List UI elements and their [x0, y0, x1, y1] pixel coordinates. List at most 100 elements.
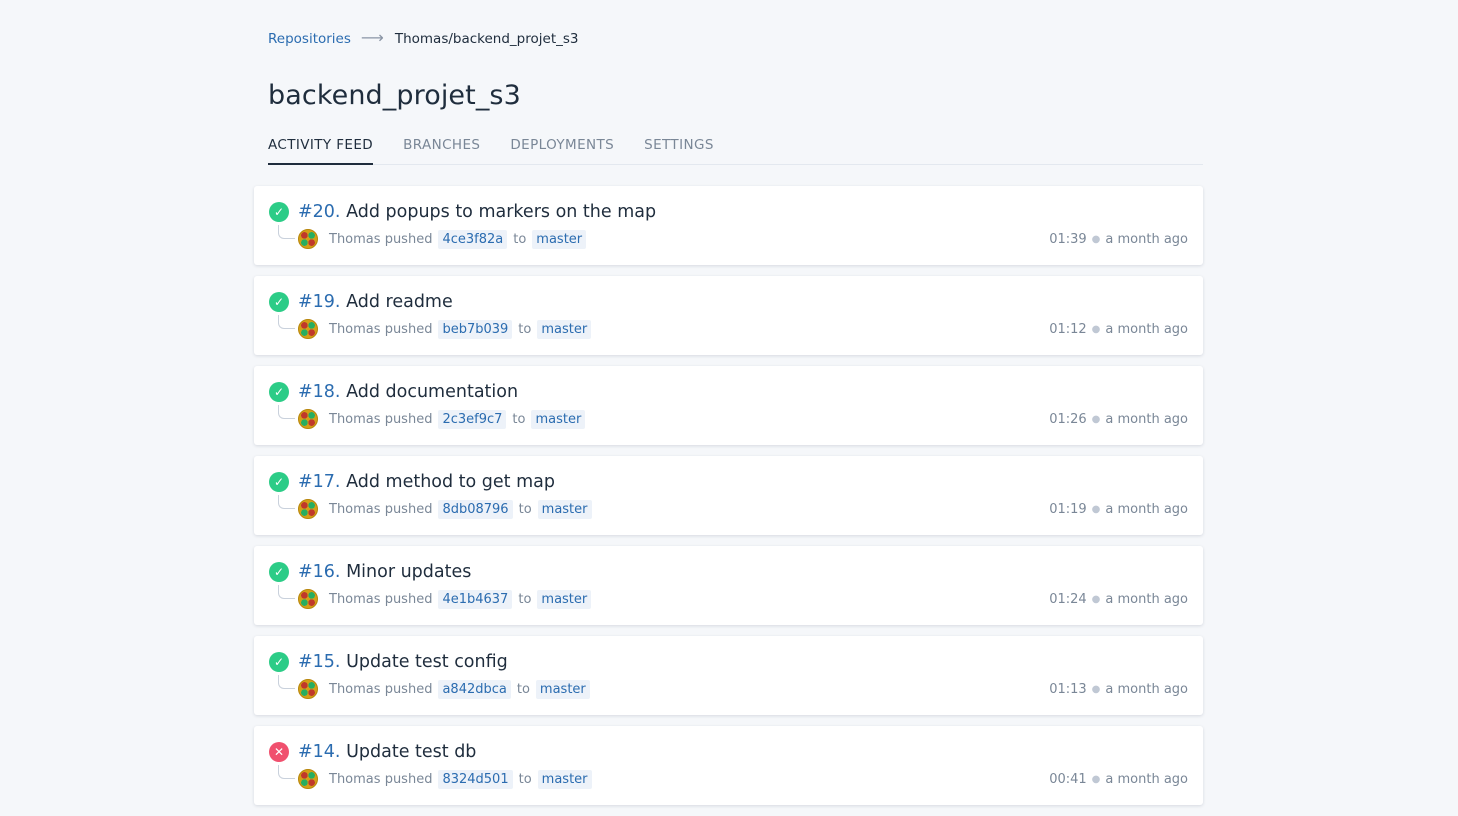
build-time-ago: a month ago	[1105, 772, 1188, 787]
build-title[interactable]: #15. Update test config	[298, 652, 508, 672]
branch-link[interactable]: master	[537, 589, 592, 609]
build-timing: 01:39 ● a month ago	[1049, 232, 1188, 247]
author-name: Thomas	[329, 501, 381, 517]
check-circle-icon: ✓	[269, 472, 289, 492]
build-title[interactable]: #14. Update test db	[298, 742, 476, 762]
build-card[interactable]: ✓ #16. Minor updates Thomas pushed 4e1b4637…	[254, 546, 1203, 625]
separator-dot: ●	[1091, 324, 1101, 335]
avatar	[298, 499, 318, 519]
build-number[interactable]: #15.	[298, 652, 341, 672]
build-duration: 01:26	[1049, 412, 1087, 427]
check-circle-icon: ✓	[269, 202, 289, 222]
commit-message[interactable]: Update test config	[346, 652, 508, 672]
commit-hash-link[interactable]: beb7b039	[438, 319, 513, 339]
build-duration: 01:19	[1049, 502, 1087, 517]
commit-message[interactable]: Add readme	[346, 292, 453, 312]
connector-line	[278, 765, 295, 779]
build-card[interactable]: ✓ #20. Add popups to markers on the map Th…	[254, 186, 1203, 265]
branch-link[interactable]: master	[537, 499, 592, 519]
build-card[interactable]: ✓ #19. Add readme Thomas pushed beb7b039 to m…	[254, 276, 1203, 355]
x-circle-icon: ✕	[269, 742, 289, 762]
author-name: Thomas	[329, 321, 381, 337]
build-number[interactable]: #17.	[298, 472, 341, 492]
commit-hash-link[interactable]: 8db08796	[438, 499, 513, 519]
commit-message[interactable]: Add popups to markers on the map	[346, 202, 656, 222]
separator-dot: ●	[1091, 234, 1101, 245]
action-text: pushed	[384, 771, 433, 787]
commit-hash-link[interactable]: 4ce3f82a	[438, 229, 508, 249]
build-number[interactable]: #18.	[298, 382, 341, 402]
author-name: Thomas	[329, 681, 381, 697]
avatar	[298, 409, 318, 429]
separator-dot: ●	[1091, 504, 1101, 515]
build-title[interactable]: #18. Add documentation	[298, 382, 518, 402]
connector-line	[278, 405, 295, 419]
build-meta: Thomas pushed 2c3ef9c7 to master	[298, 409, 591, 429]
separator-dot: ●	[1091, 594, 1101, 605]
build-card[interactable]: ✓ #15. Update test config Thomas pushed a84…	[254, 636, 1203, 715]
check-circle-icon: ✓	[269, 382, 289, 402]
breadcrumb-repositories-link[interactable]: Repositories	[268, 31, 351, 47]
build-time-ago: a month ago	[1105, 502, 1188, 517]
separator-dot: ●	[1091, 684, 1101, 695]
build-number[interactable]: #20.	[298, 202, 341, 222]
breadcrumb: Repositories ⟶ Thomas/backend_projet_s3	[268, 28, 578, 48]
build-card[interactable]: ✓ #17. Add method to get map Thomas pushed…	[254, 456, 1203, 535]
branch-link[interactable]: master	[537, 319, 592, 339]
branch-link[interactable]: master	[537, 769, 592, 789]
build-title[interactable]: #17. Add method to get map	[298, 472, 555, 492]
action-text: pushed	[384, 231, 433, 247]
avatar	[298, 229, 318, 249]
build-number[interactable]: #16.	[298, 562, 341, 582]
to-text: to	[518, 771, 532, 787]
commit-hash-link[interactable]: 8324d501	[438, 769, 513, 789]
tab-branches[interactable]: BRANCHES	[403, 133, 480, 165]
connector-line	[278, 225, 295, 239]
build-title[interactable]: #20. Add popups to markers on the map	[298, 202, 656, 222]
branch-link[interactable]: master	[531, 409, 586, 429]
branch-link[interactable]: master	[535, 679, 590, 699]
build-duration: 01:39	[1049, 232, 1087, 247]
build-number[interactable]: #14.	[298, 742, 341, 762]
branch-link[interactable]: master	[532, 229, 587, 249]
build-card[interactable]: ✓ #18. Add documentation Thomas pushed 2c3e…	[254, 366, 1203, 445]
author-name: Thomas	[329, 411, 381, 427]
connector-line	[278, 675, 295, 689]
avatar	[298, 679, 318, 699]
commit-message[interactable]: Update test db	[346, 742, 476, 762]
connector-line	[278, 495, 295, 509]
build-time-ago: a month ago	[1105, 322, 1188, 337]
action-text: pushed	[384, 411, 433, 427]
build-meta: Thomas pushed 8db08796 to master	[298, 499, 598, 519]
build-title[interactable]: #19. Add readme	[298, 292, 453, 312]
arrow-right-icon: ⟶	[360, 28, 384, 47]
activity-feed: ✓ #20. Add popups to markers on the map Th…	[254, 186, 1203, 816]
action-text: pushed	[384, 681, 433, 697]
avatar	[298, 769, 318, 789]
build-number[interactable]: #19.	[298, 292, 341, 312]
commit-hash-link[interactable]: 2c3ef9c7	[438, 409, 507, 429]
connector-line	[278, 315, 295, 329]
build-timing: 01:12 ● a month ago	[1049, 322, 1188, 337]
commit-message[interactable]: Add method to get map	[346, 472, 555, 492]
build-meta: Thomas pushed 4ce3f82a to master	[298, 229, 592, 249]
tab-activity-feed[interactable]: ACTIVITY FEED	[268, 133, 374, 165]
build-timing: 01:26 ● a month ago	[1049, 412, 1188, 427]
build-timing: 01:13 ● a month ago	[1049, 682, 1188, 697]
commit-message[interactable]: Add documentation	[346, 382, 518, 402]
action-text: pushed	[384, 501, 433, 517]
commit-message[interactable]: Minor updates	[346, 562, 471, 582]
to-text: to	[518, 501, 532, 517]
tab-settings[interactable]: SETTINGS	[644, 133, 714, 165]
commit-hash-link[interactable]: a842dbca	[438, 679, 511, 699]
author-name: Thomas	[329, 591, 381, 607]
build-meta: Thomas pushed beb7b039 to master	[298, 319, 597, 339]
author-name: Thomas	[329, 771, 381, 787]
separator-dot: ●	[1091, 774, 1101, 785]
check-circle-icon: ✓	[269, 652, 289, 672]
build-title[interactable]: #16. Minor updates	[298, 562, 471, 582]
tab-deployments[interactable]: DEPLOYMENTS	[510, 133, 614, 165]
commit-hash-link[interactable]: 4e1b4637	[438, 589, 513, 609]
build-time-ago: a month ago	[1105, 592, 1188, 607]
build-card[interactable]: ✕ #14. Update test db Thomas pushed 8324d50…	[254, 726, 1203, 805]
